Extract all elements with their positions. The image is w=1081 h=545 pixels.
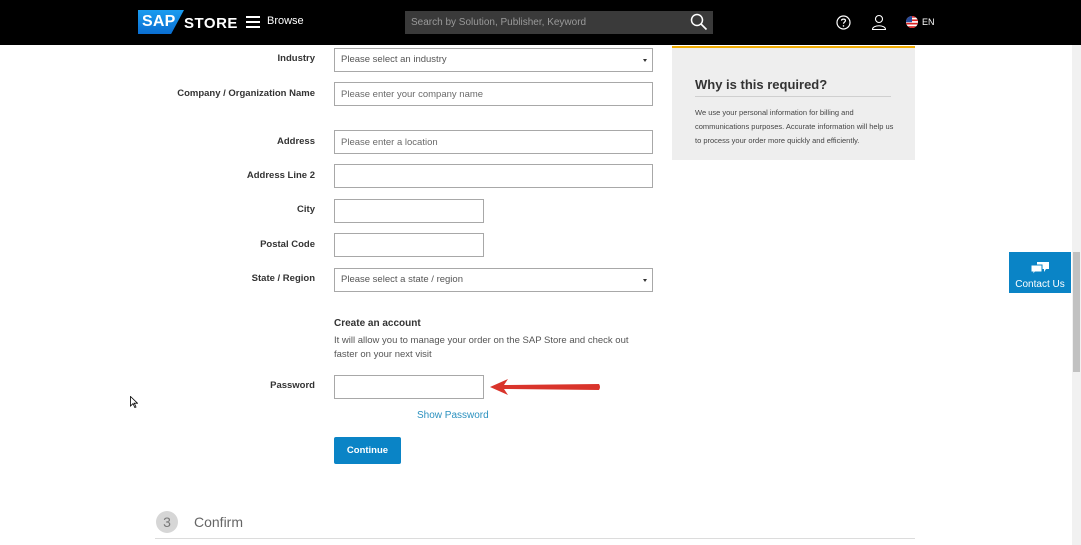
state-region-label: State / Region	[251, 273, 315, 284]
info-panel-divider	[695, 96, 891, 97]
mouse-cursor-icon	[130, 396, 138, 408]
step-number: 3	[156, 511, 178, 533]
postal-code-input[interactable]	[334, 233, 484, 257]
industry-select-value: Please select an industry	[341, 54, 447, 65]
us-flag-icon[interactable]	[906, 16, 918, 28]
store-label[interactable]: STORE	[184, 15, 238, 32]
chat-bubbles-icon	[1030, 262, 1049, 276]
caret-down-icon	[643, 279, 647, 282]
red-arrow-icon	[490, 379, 600, 395]
info-panel: Why is this required? We use your person…	[672, 46, 915, 160]
create-account-description: It will allow you to manage your order o…	[334, 335, 629, 360]
city-input[interactable]	[334, 199, 484, 223]
address-input[interactable]	[334, 130, 653, 154]
info-panel-title: Why is this required?	[695, 77, 828, 92]
password-input[interactable]	[334, 375, 484, 399]
search-input[interactable]	[405, 11, 713, 34]
company-input[interactable]	[334, 82, 653, 106]
top-nav-bar: SAP STORE Browse EN	[0, 0, 1081, 45]
language-selector[interactable]: EN	[922, 17, 935, 27]
address-label: Address	[276, 136, 315, 147]
step-confirm-label[interactable]: Confirm	[194, 514, 243, 530]
show-password-link[interactable]: Show Password	[417, 410, 489, 421]
caret-down-icon	[643, 59, 647, 62]
info-panel-text: We use your personal information for bil…	[695, 108, 894, 145]
user-icon[interactable]	[871, 14, 887, 30]
question-circle-icon[interactable]	[836, 15, 851, 30]
industry-label: Industry	[277, 53, 315, 64]
city-label: City	[297, 204, 315, 215]
contact-us-label: Contact Us	[1015, 279, 1065, 290]
address-line2-label: Address Line 2	[246, 170, 315, 181]
state-region-select-value: Please select a state / region	[341, 274, 463, 285]
state-region-select[interactable]: Please select a state / region	[334, 268, 653, 292]
address-line2-input[interactable]	[334, 164, 653, 188]
postal-code-label: Postal Code	[260, 239, 315, 250]
browse-link[interactable]: Browse	[267, 15, 304, 27]
sap-logo[interactable]: SAP	[138, 10, 184, 34]
company-label: Company / Organization Name	[177, 88, 315, 99]
contact-us-button[interactable]: Contact Us	[1009, 252, 1071, 293]
industry-select[interactable]: Please select an industry	[334, 48, 653, 72]
continue-button[interactable]: Continue	[334, 437, 401, 464]
create-account-title: Create an account	[334, 318, 421, 329]
search-icon[interactable]	[690, 13, 708, 31]
scrollbar-thumb[interactable]	[1073, 252, 1080, 372]
step-divider	[155, 538, 915, 539]
password-label: Password	[270, 380, 315, 391]
hamburger-icon[interactable]	[246, 16, 260, 28]
